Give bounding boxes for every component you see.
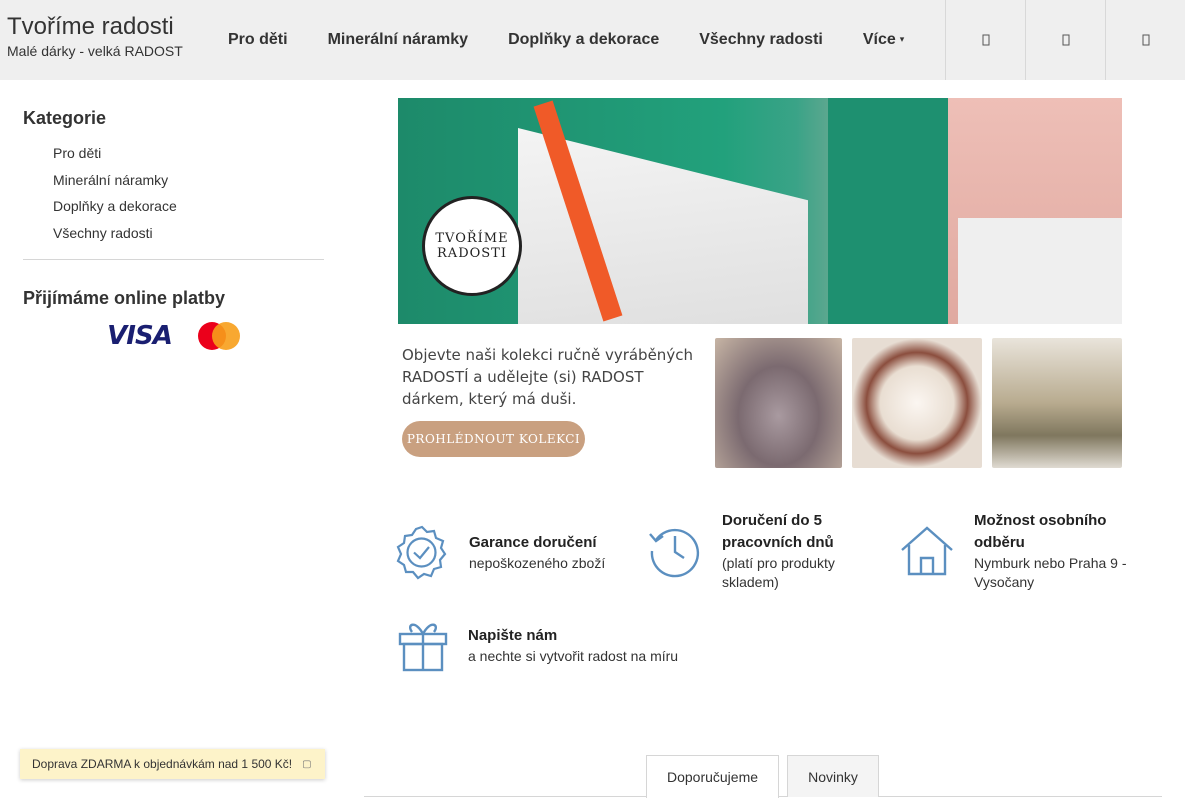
banner-logo-line2: RADOSTI (437, 246, 507, 261)
sidebar-divider (23, 259, 324, 261)
banner-promo: Objevte naši kolekci ručně vyráběných RA… (398, 324, 1122, 470)
hero-banner[interactable]: TVOŘÍME RADOSTI Objevte naši kolekci ruč… (398, 98, 1122, 470)
site-header: Tvoříme radosti Malé dárky - velká RADOS… (0, 0, 1185, 80)
feature-description: a nechte si vytvořit radost na míru (468, 647, 679, 664)
feature-pickup: Možnost osobního odběru Nymburk nebo Pra… (898, 510, 1144, 592)
mastercard-logo (197, 322, 240, 351)
payment-logos: VISA (23, 321, 324, 351)
nav-item-doplnky-a-dekorace[interactable]: Doplňky a dekorace (488, 31, 679, 49)
user-button[interactable] (1025, 0, 1105, 80)
feature-contact: Napište nám a nechte si vytvořit radost … (396, 616, 678, 674)
category-list: Pro děti Minerální náramky Doplňky a dek… (23, 143, 324, 249)
feature-title: Garance doručení (469, 533, 597, 551)
feature-text: Doručení do 5 pracovních dnů (platí pro … (722, 510, 862, 592)
search-icon (982, 34, 989, 46)
site-subtitle: Malé dárky - velká RADOST (7, 43, 183, 59)
main-nav: Pro děti Minerální náramky Doplňky a dek… (208, 0, 924, 80)
nav-item-vice[interactable]: Více ▾ (843, 31, 924, 49)
banner-text: Objevte naši kolekci ručně vyráběných RA… (402, 346, 693, 408)
sidebar: Kategorie Pro děti Minerální náramky Dop… (23, 108, 324, 351)
feature-title: Možnost osobního odběru (974, 512, 1107, 551)
payments-heading: Přijímáme online platby (23, 288, 226, 309)
close-icon[interactable]: ▢ (302, 759, 311, 770)
nav-item-vice-label: Více (862, 31, 896, 48)
feature-title: Doručení do 5 pracovních dnů (722, 512, 834, 551)
gift-icon (398, 623, 448, 672)
feature-delivery-time: Doručení do 5 pracovních dnů (platí pro … (646, 510, 862, 592)
banner-logo: TVOŘÍME RADOSTI (422, 196, 522, 296)
category-item-pro-deti[interactable]: Pro děti (53, 143, 324, 170)
header-actions (945, 0, 1185, 80)
cart-button[interactable] (1105, 0, 1185, 80)
category-item-mineralni-naramky[interactable]: Minerální náramky (53, 170, 324, 197)
product-photo-basket (715, 338, 842, 468)
site-title[interactable]: Tvoříme radosti (7, 13, 183, 41)
feature-description: Nymburk nebo Praha 9 - Vysočany (974, 555, 1127, 590)
chevron-down-icon: ▾ (899, 34, 905, 45)
badge-check-icon (396, 525, 447, 580)
categories-heading: Kategorie (23, 108, 107, 128)
product-photo-bracelet (852, 338, 982, 468)
feature-description: nepoškozeného zboží (469, 554, 606, 571)
banner-photo: TVOŘÍME RADOSTI (398, 98, 1122, 397)
free-shipping-text: Doprava ZDARMA k objednávkám nad 1 500 K… (32, 757, 293, 771)
search-button[interactable] (945, 0, 1025, 80)
visa-logo: VISA (107, 321, 173, 352)
category-item-vsechny-radosti[interactable]: Všechny radosti (53, 223, 324, 250)
user-icon (1062, 34, 1069, 46)
feature-delivery-guarantee: Garance doručení nepoškozeného zboží (393, 524, 605, 580)
banner-logo-line1: TVOŘÍME (435, 231, 509, 246)
free-shipping-bar[interactable]: Doprava ZDARMA k objednávkám nad 1 500 K… (20, 749, 325, 779)
nav-item-mineralni-naramky[interactable]: Minerální náramky (308, 31, 489, 49)
nav-item-pro-deti[interactable]: Pro děti (208, 31, 308, 49)
feature-description: (platí pro produkty skladem) (722, 555, 835, 590)
view-collection-button[interactable]: PROHLÉDNOUT KOLEKCI (402, 421, 585, 457)
home-icon (901, 526, 953, 576)
category-item-doplnky-a-dekorace[interactable]: Doplňky a dekorace (53, 196, 324, 223)
brand[interactable]: Tvoříme radosti Malé dárky - velká RADOS… (7, 13, 183, 59)
clock-history-icon (649, 528, 700, 578)
feature-title: Napište nám (468, 626, 558, 644)
feature-text: Garance doručení nepoškozeného zboží (469, 532, 605, 573)
feature-text: Napište nám a nechte si vytvořit radost … (468, 625, 678, 666)
tab-doporucujeme[interactable]: Doporučujeme (646, 755, 779, 798)
cart-icon (1142, 34, 1149, 46)
feature-text: Možnost osobního odběru Nymburk nebo Pra… (974, 510, 1144, 592)
product-photo-bunny (992, 338, 1122, 468)
product-tabs: Doporučujeme Novinky (364, 755, 1162, 798)
nav-item-vsechny-radosti[interactable]: Všechny radosti (679, 31, 843, 49)
tab-novinky[interactable]: Novinky (787, 755, 879, 797)
